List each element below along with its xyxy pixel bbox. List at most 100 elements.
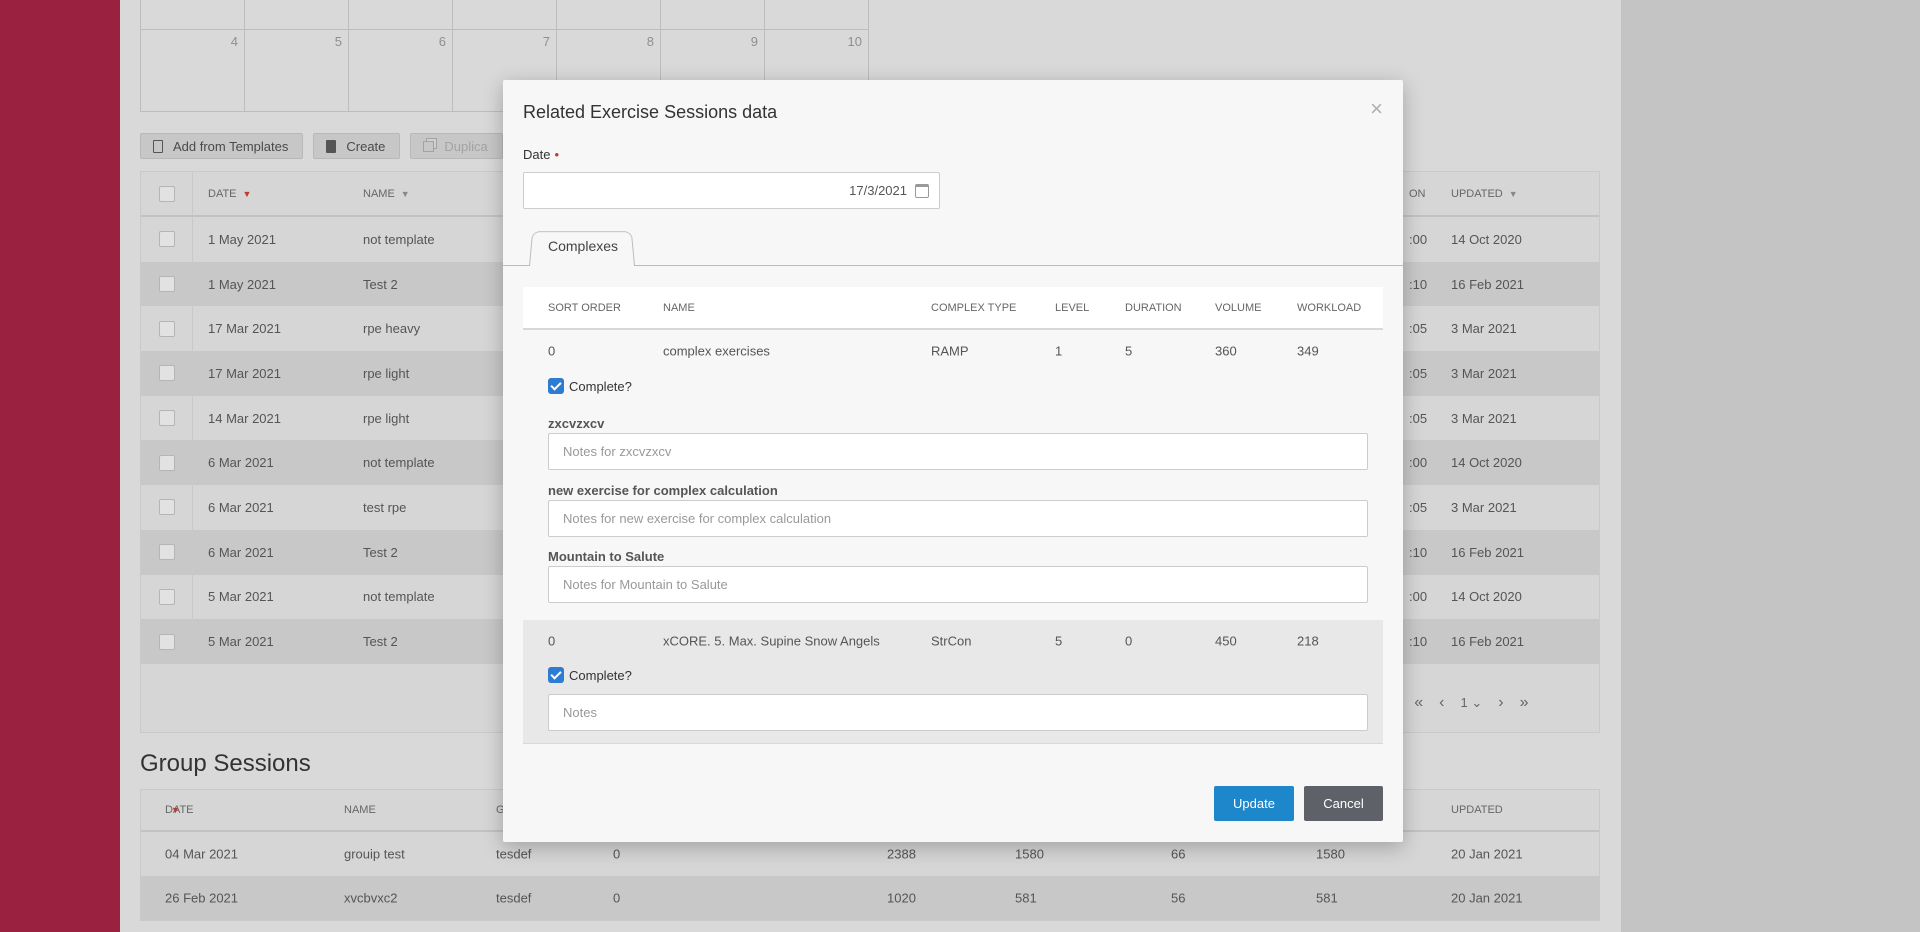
close-icon[interactable]: × [1370, 98, 1383, 120]
duplicate-label: Duplica [444, 138, 488, 154]
row-name: not template [363, 231, 435, 247]
related-sessions-modal: Related Exercise Sessions data × Date • 1… [503, 80, 1403, 842]
complete-checkbox-row[interactable]: Complete? [548, 667, 632, 683]
table-row[interactable]: 26 Feb 2021 xvcbvxc2 tesdef 0 1020 581 5… [141, 876, 1599, 920]
tab-complexes-label: Complexes [548, 238, 619, 254]
row-updated: 16 Feb 2021 [1451, 634, 1525, 650]
complex-sort-order: 0 [548, 343, 556, 358]
date-field-label: Date • [523, 147, 560, 162]
calendar-icon[interactable] [915, 184, 929, 198]
add-from-templates-label: Add from Templates [173, 138, 289, 154]
sort-order-header: SORT ORDER [548, 301, 621, 314]
row-updated: 14 Oct 2020 [1451, 231, 1522, 247]
row-value: 0 [613, 890, 621, 906]
prev-page-icon[interactable]: ‹ [1439, 694, 1444, 712]
page-select[interactable]: 1 ⌄ [1460, 695, 1482, 711]
copy-icon [423, 140, 435, 152]
complete-checkbox[interactable] [548, 667, 564, 683]
add-from-templates-button[interactable]: Add from Templates [140, 133, 304, 159]
next-page-icon[interactable]: › [1498, 694, 1503, 712]
create-label: Create [346, 138, 386, 154]
level-header: LEVEL [1055, 301, 1090, 314]
row-checkbox[interactable] [158, 231, 175, 248]
group-sessions-title: Group Sessions [140, 750, 311, 777]
required-indicator: • [554, 147, 560, 162]
complex-workload: 218 [1297, 633, 1319, 648]
row-updated: 20 Jan 2021 [1451, 846, 1523, 862]
row-date: 14 Mar 2021 [208, 410, 281, 426]
row-value: 2388 [887, 846, 916, 862]
calendar-day[interactable]: 5 [245, 30, 349, 111]
exercise-notes-input[interactable]: Notes for new exercise for complex calcu… [548, 500, 1368, 537]
updated-column-header[interactable]: UPDATED ▼ [1451, 188, 1518, 200]
complexes-table-header: SORT ORDER NAME COMPLEX TYPE LEVEL DURAT… [523, 287, 1383, 330]
name-column-header[interactable]: NAME ▼ [363, 188, 410, 200]
row-date: 1 May 2021 [208, 231, 276, 247]
row-time: :05 [1409, 499, 1428, 515]
complete-label: Complete? [569, 378, 632, 394]
row-updated: 20 Jan 2021 [1451, 890, 1523, 906]
row-name: not template [363, 455, 435, 471]
complex-summary: 0 xCORE. 5. Max. Supine Snow Angels StrC… [523, 620, 1383, 661]
row-checkbox[interactable] [158, 633, 175, 650]
row-updated: 16 Feb 2021 [1451, 276, 1525, 292]
complex-notes-input[interactable]: Notes [548, 694, 1368, 731]
row-checkbox[interactable] [158, 454, 175, 471]
row-value: 581 [1316, 890, 1338, 906]
row-time: :05 [1409, 321, 1428, 337]
left-sidebar [0, 0, 120, 932]
row-name: Test 2 [363, 634, 398, 650]
calendar-day[interactable]: 6 [349, 30, 453, 111]
date-column-header[interactable]: DATE ▼ [208, 188, 251, 200]
select-all-checkbox[interactable] [158, 185, 175, 202]
first-page-icon[interactable]: « [1414, 694, 1423, 712]
duration-column-header[interactable]: ON [1409, 188, 1426, 200]
row-value: 581 [1015, 890, 1037, 906]
row-checkbox[interactable] [158, 365, 175, 382]
complex-type: StrCon [931, 633, 972, 648]
complete-checkbox-row[interactable]: Complete? [548, 378, 632, 394]
name-column-header[interactable]: NAME [344, 804, 376, 816]
complex-type: RAMP [931, 343, 969, 358]
row-date: 6 Mar 2021 [208, 499, 274, 515]
row-name: Test 2 [363, 544, 398, 560]
duplicate-button[interactable]: Duplica [410, 133, 503, 159]
last-page-icon[interactable]: » [1520, 694, 1529, 712]
row-name: rpe light [363, 410, 410, 426]
complex-name: xCORE. 5. Max. Supine Snow Angels [663, 633, 880, 648]
complex-row: 0 complex exercises RAMP 1 5 360 349 Com… [523, 330, 1383, 620]
complex-duration: 5 [1125, 343, 1133, 358]
row-time: :05 [1409, 365, 1428, 381]
row-name: xvcbvxc2 [344, 890, 398, 906]
template-icon [153, 139, 163, 153]
row-value: 56 [1171, 890, 1186, 906]
row-date: 5 Mar 2021 [208, 634, 274, 650]
row-checkbox[interactable] [158, 588, 175, 605]
row-name: rpe heavy [363, 321, 421, 337]
complete-checkbox[interactable] [548, 378, 564, 394]
complex-type-header: COMPLEX TYPE [931, 301, 1017, 314]
row-value: 1020 [887, 890, 916, 906]
row-time: :10 [1409, 544, 1428, 560]
row-time: :00 [1409, 455, 1428, 471]
update-button[interactable]: Update [1214, 786, 1294, 821]
row-checkbox[interactable] [158, 276, 175, 293]
row-checkbox[interactable] [158, 499, 175, 516]
row-checkbox[interactable] [158, 544, 175, 561]
row-checkbox[interactable] [158, 320, 175, 337]
complex-volume: 360 [1215, 343, 1237, 358]
row-group: tesdef [496, 846, 532, 862]
date-input[interactable]: 17/3/2021 [523, 172, 940, 209]
row-time: :05 [1409, 410, 1428, 426]
create-button[interactable]: Create [313, 133, 401, 159]
chevron-down-icon: ⌄ [1471, 694, 1483, 710]
complex-summary: 0 complex exercises RAMP 1 5 360 349 [523, 330, 1383, 371]
exercise-notes-input[interactable]: Notes for Mountain to Salute [548, 566, 1368, 603]
updated-column-header[interactable]: UPDATED [1451, 804, 1503, 816]
row-checkbox[interactable] [158, 410, 175, 427]
calendar-day[interactable]: 4 [141, 30, 245, 111]
cancel-button[interactable]: Cancel [1304, 786, 1383, 821]
row-name: grouip test [344, 846, 405, 862]
exercise-notes-input[interactable]: Notes for zxcvzxcv [548, 433, 1368, 470]
file-icon [326, 139, 337, 153]
